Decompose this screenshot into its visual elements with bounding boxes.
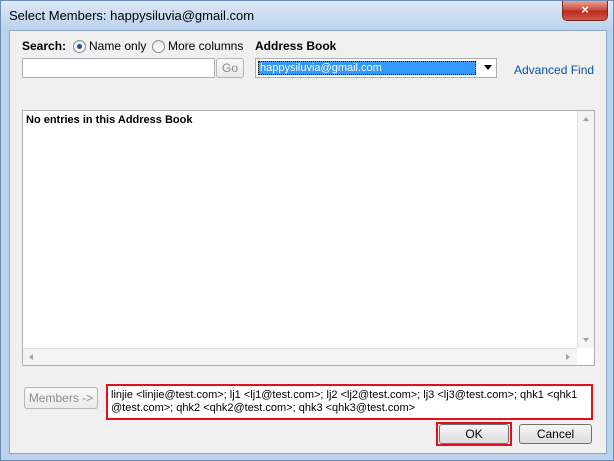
- go-button[interactable]: Go: [216, 58, 244, 78]
- ok-button-label: OK: [465, 427, 483, 441]
- cancel-button[interactable]: Cancel: [519, 424, 592, 444]
- close-button[interactable]: ×: [562, 1, 608, 21]
- go-button-label: Go: [221, 61, 238, 75]
- scroll-down-icon[interactable]: [583, 338, 589, 342]
- name-only-label[interactable]: Name only: [89, 39, 146, 53]
- members-button[interactable]: Members ->: [24, 387, 98, 409]
- address-book-select[interactable]: happysiluvia@gmail.com: [255, 58, 497, 78]
- name-only-radio[interactable]: [73, 40, 86, 53]
- members-field[interactable]: linjie <linjie@test.com>; lj1 <lj1@test.…: [107, 385, 592, 419]
- close-icon: ×: [581, 2, 589, 17]
- horizontal-scrollbar[interactable]: [23, 348, 577, 365]
- scroll-up-icon[interactable]: [583, 117, 589, 121]
- advanced-find-link[interactable]: Advanced Find: [514, 63, 594, 77]
- more-columns-label[interactable]: More columns: [168, 39, 243, 53]
- members-field-value: linjie <linjie@test.com>; lj1 <lj1@test.…: [111, 389, 578, 414]
- search-input[interactable]: [22, 58, 215, 78]
- address-book-label: Address Book: [255, 39, 337, 53]
- title-bar[interactable]: Select Members: happysiluvia@gmail.com ×: [1, 1, 613, 29]
- search-label: Search:: [22, 39, 67, 53]
- more-columns-radio[interactable]: [152, 40, 165, 53]
- vertical-scrollbar[interactable]: [577, 111, 594, 348]
- dialog-body: Search: Name only More columns Address B…: [9, 30, 607, 454]
- window-title: Select Members: happysiluvia@gmail.com: [9, 8, 255, 23]
- scroll-left-icon[interactable]: [29, 354, 33, 360]
- ok-button[interactable]: OK: [439, 424, 509, 444]
- entries-list[interactable]: No entries in this Address Book: [22, 110, 595, 366]
- members-button-label: Members ->: [28, 391, 94, 405]
- chevron-down-icon[interactable]: [484, 65, 492, 70]
- empty-entries-message: No entries in this Address Book: [26, 114, 193, 126]
- address-book-selected: happysiluvia@gmail.com: [258, 61, 476, 75]
- scroll-right-icon[interactable]: [566, 354, 570, 360]
- cancel-button-label: Cancel: [536, 427, 575, 441]
- select-members-dialog: Select Members: happysiluvia@gmail.com ×…: [0, 0, 614, 461]
